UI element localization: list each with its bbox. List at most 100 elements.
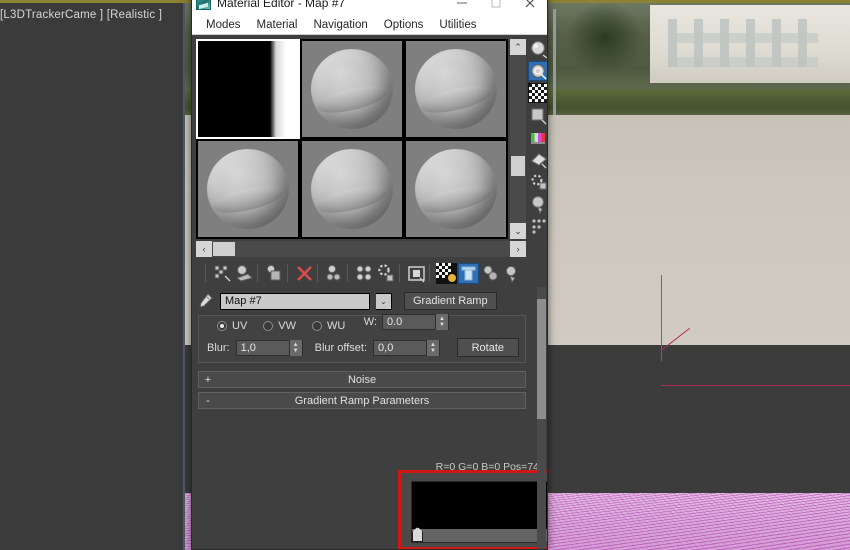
sample-options-toolbar[interactable] <box>528 39 547 279</box>
rotate-button[interactable]: Rotate <box>456 338 519 357</box>
blur-label: Blur: <box>207 342 230 354</box>
coordinates-rollout-body: UV VW WU W: 0.0 ▲ ▼ Blur: 1,0 ▲ ▼ Blur o… <box>198 314 526 363</box>
blur-spinner[interactable]: 1,0 ▲ ▼ <box>235 340 303 356</box>
toolbar-separator <box>287 264 292 282</box>
video-color-check-icon[interactable] <box>528 127 547 147</box>
parameters-panel-scroll-thumb[interactable] <box>537 299 546 419</box>
w-angle-field-group[interactable]: W: 0.0 ▲ ▼ <box>364 314 449 330</box>
sample-type-sphere-icon[interactable] <box>528 39 547 59</box>
material-toolbar[interactable] <box>196 261 526 285</box>
material-editor-window[interactable]: Material Editor - Map #7 Modes Material … <box>191 0 548 550</box>
radio-wu[interactable]: WU <box>312 320 345 332</box>
gradient-ramp-inner[interactable] <box>411 481 547 543</box>
menu-navigation[interactable]: Navigation <box>305 17 375 33</box>
radio-dot-vw[interactable] <box>263 321 274 331</box>
sample-uv-tiling-icon[interactable] <box>528 105 547 125</box>
put-to-library-icon[interactable] <box>376 263 397 284</box>
assign-material-to-selection-icon[interactable] <box>264 263 285 284</box>
menu-modes[interactable]: Modes <box>198 17 249 33</box>
lamp-post <box>553 9 556 119</box>
map-type-button[interactable]: Gradient Ramp <box>404 292 497 310</box>
blur-value[interactable]: 1,0 <box>237 342 289 354</box>
w-spinner-arrows[interactable]: ▲ ▼ <box>435 314 448 330</box>
blur-field-group[interactable]: Blur: 1,0 ▲ ▼ Blur offset: 0,0 ▲ ▼ <box>207 340 441 356</box>
parameters-panel-scrollbar[interactable] <box>537 287 546 549</box>
sample-slot-3[interactable] <box>404 39 508 139</box>
blur-offset-spinner[interactable]: 0,0 ▲ ▼ <box>373 340 441 356</box>
select-by-material-icon[interactable] <box>528 193 547 215</box>
map-name-input[interactable]: Map #7 <box>220 292 370 310</box>
show-shaded-material-in-viewport-icon[interactable] <box>406 263 427 284</box>
w-spinner[interactable]: 0.0 ▲ ▼ <box>382 314 449 330</box>
material-name-row[interactable]: Map #7 ⌄ Gradient Ramp <box>196 291 526 311</box>
put-material-to-scene-icon[interactable] <box>234 263 255 284</box>
slots-vertical-scrollbar[interactable]: ⌃ ⌄ <box>510 39 526 239</box>
make-material-copy-icon[interactable] <box>324 263 345 284</box>
menu-utilities[interactable]: Utilities <box>431 17 484 33</box>
title-bar[interactable]: Material Editor - Map #7 <box>192 0 547 15</box>
get-material-icon[interactable] <box>212 263 233 284</box>
window-controls <box>445 0 547 15</box>
sample-slot-1[interactable] <box>196 39 300 139</box>
scroll-track-vertical[interactable] <box>510 55 526 223</box>
scroll-down-icon[interactable]: ⌄ <box>510 223 526 239</box>
rollout-noise[interactable]: + Noise <box>198 371 526 388</box>
make-preview-icon[interactable] <box>528 149 547 169</box>
scroll-right-icon[interactable]: › <box>510 241 526 257</box>
backlight-icon[interactable] <box>528 61 547 81</box>
slot-gradient-preview <box>198 41 298 137</box>
gradient-ramp-strip[interactable] <box>412 482 547 531</box>
material-id-channel-icon[interactable] <box>528 215 547 235</box>
blur-offset-label: Blur offset: <box>314 342 368 354</box>
radio-label-vw: VW <box>278 320 297 332</box>
scroll-left-icon[interactable]: ‹ <box>196 241 212 257</box>
sample-slot-4[interactable] <box>196 139 300 239</box>
minimize-icon[interactable] <box>445 0 479 15</box>
make-unique-icon[interactable] <box>354 263 375 284</box>
menu-options[interactable]: Options <box>376 17 432 33</box>
maximize-icon[interactable] <box>479 0 513 15</box>
rollout-title-noise: Noise <box>347 373 377 386</box>
blur-offset-value[interactable]: 0,0 <box>374 342 426 354</box>
gradient-ramp-flag-bar[interactable] <box>412 527 547 542</box>
radio-dot-uv[interactable] <box>217 321 227 331</box>
toolbar-separator <box>257 264 262 282</box>
rollout-toggle-gradient-ramp[interactable]: - <box>199 395 217 407</box>
blur-offset-spinner-arrows[interactable]: ▲ ▼ <box>426 340 440 356</box>
slots-horizontal-scrollbar[interactable]: ‹ › <box>196 241 526 257</box>
scroll-thumb-vertical[interactable] <box>511 155 525 176</box>
sample-slot-6[interactable] <box>404 139 508 239</box>
go-forward-to-sibling-icon[interactable] <box>480 263 501 284</box>
sphere-preview <box>311 49 393 129</box>
sample-slot-2[interactable] <box>300 39 404 139</box>
pick-material-from-object-icon[interactable] <box>502 263 523 284</box>
chevron-down-icon[interactable]: ⌄ <box>376 292 392 310</box>
rollout-gradient-ramp-parameters[interactable]: - Gradient Ramp Parameters <box>198 392 526 409</box>
options-icon[interactable] <box>528 171 547 191</box>
scroll-thumb-horizontal[interactable] <box>213 242 235 256</box>
show-end-result-icon[interactable] <box>436 262 457 284</box>
rollout-toggle-noise[interactable]: + <box>199 374 217 386</box>
background-checker-icon[interactable] <box>528 83 547 103</box>
menu-material[interactable]: Material <box>249 17 306 33</box>
go-to-parent-icon[interactable] <box>458 262 479 284</box>
gradient-ramp-widget[interactable] <box>398 470 547 549</box>
viewport-left-panel[interactable]: [L3DTrackerCame ] [Realistic ] <box>0 0 185 550</box>
blur-spinner-arrows[interactable]: ▲ ▼ <box>288 340 302 356</box>
gradient-flag-0[interactable] <box>412 527 423 542</box>
menu-bar[interactable]: Modes Material Navigation Options Utilit… <box>192 15 547 35</box>
radio-dot-wu[interactable] <box>312 321 323 331</box>
eyedropper-icon[interactable] <box>196 292 214 310</box>
radio-label-uv: UV <box>232 320 248 332</box>
toolbar-separator <box>205 264 210 282</box>
w-value[interactable]: 0.0 <box>383 316 435 328</box>
scroll-track-horizontal[interactable] <box>235 241 510 257</box>
scroll-up-icon[interactable]: ⌃ <box>510 39 526 55</box>
radio-uv[interactable]: UV <box>217 320 247 332</box>
uv-mapping-radio-group[interactable]: UV VW WU <box>217 320 345 332</box>
reset-map-material-icon[interactable] <box>294 263 315 284</box>
sphere-preview <box>415 49 497 129</box>
radio-vw[interactable]: VW <box>263 320 296 332</box>
sample-slot-5[interactable] <box>300 139 404 239</box>
close-icon[interactable] <box>513 0 547 15</box>
